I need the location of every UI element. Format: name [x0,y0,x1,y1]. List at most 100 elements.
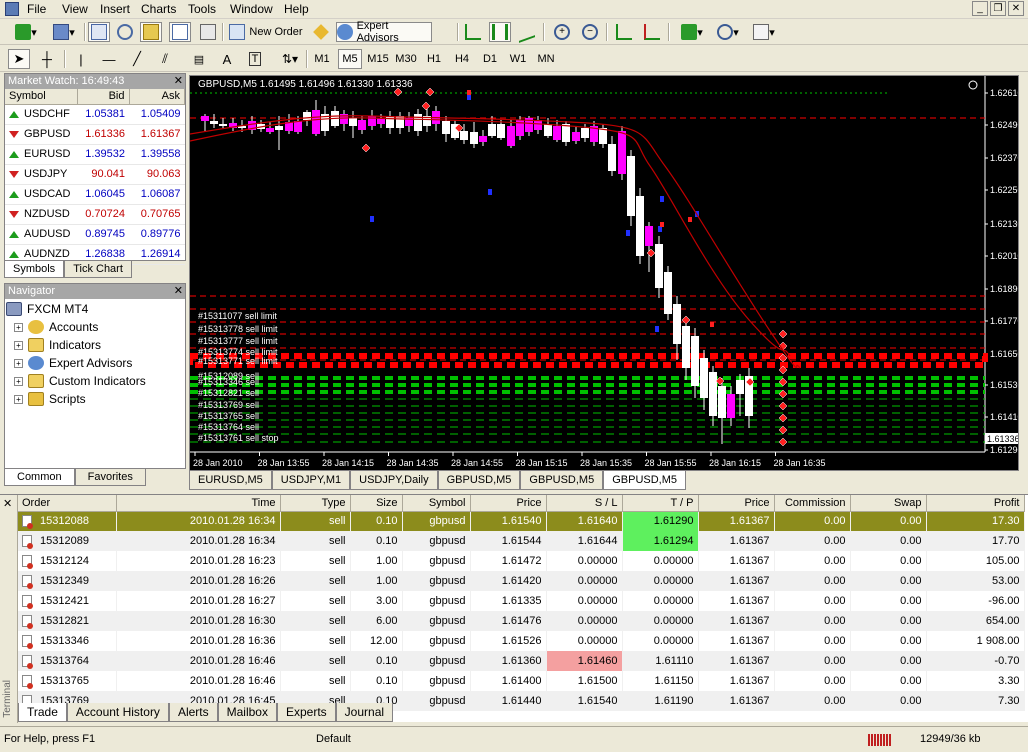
nav-item-custom-indicators[interactable]: + Custom Indicators [4,372,184,390]
trade-row[interactable]: 15312088 2010.01.28 16:34 sell 0.10 gbpusd 1.… [18,511,1025,531]
trade-row[interactable]: 15313765 2010.01.28 16:46 sell 0.10 gbpusd 1.… [18,671,1025,691]
crosshair-button[interactable]: ┼ [36,49,58,69]
col-bid[interactable]: Bid [77,89,130,105]
chart-tab[interactable]: GBPUSD,M5 [520,471,604,490]
menu-window[interactable]: Window [230,2,273,16]
timeframe-m1-button[interactable]: M1 [310,49,334,69]
market-watch-row[interactable]: USDJPY 90.041 90.063 [5,164,185,185]
zoom-out-button[interactable]: − [579,22,601,42]
column-header[interactable]: Commission [774,495,851,512]
column-header[interactable]: S / L [546,495,623,512]
market-watch-row[interactable]: EURUSD 1.39532 1.39558 [5,144,185,165]
column-header[interactable]: Symbol [402,495,471,512]
market-watch-row[interactable]: NZDUSD 0.70724 0.70765 [5,204,185,225]
nav-item-expert-advisors[interactable]: + Expert Advisors [4,354,184,372]
navigator-root[interactable]: FXCM MT4 [4,300,184,318]
terminal-tab[interactable]: Mailbox [217,703,277,722]
expand-icon[interactable]: + [14,376,23,386]
timeframe-w1-button[interactable]: W1 [506,49,530,69]
chart-tab[interactable]: GBPUSD,M5 [603,471,687,490]
timeframe-mn-button[interactable]: MN [534,49,558,69]
nav-item-indicators[interactable]: + Indicators [4,336,184,354]
trade-row[interactable]: 15312821 2010.01.28 16:30 sell 6.00 gbpusd 1.… [18,611,1025,631]
candlestick-button[interactable] [489,22,511,42]
minimize-icon[interactable]: _ [972,1,988,16]
column-header[interactable]: Size [350,495,403,512]
trade-row[interactable]: 15312421 2010.01.28 16:27 sell 3.00 gbpusd 1.… [18,591,1025,611]
trade-row[interactable]: 15312089 2010.01.28 16:34 sell 0.10 gbpusd 1.… [18,531,1025,551]
timeframe-h1-button[interactable]: H1 [422,49,446,69]
new-chart-button[interactable]: ▾ [8,22,44,42]
chart-tab[interactable]: USDJPY,M1 [271,471,351,490]
column-header[interactable]: Time [116,495,281,512]
trade-row[interactable]: 15312124 2010.01.28 16:23 sell 1.00 gbpusd 1.… [18,551,1025,571]
menu-tools[interactable]: Tools [188,2,216,16]
market-watch-row[interactable]: AUDUSD 0.89745 0.89776 [5,224,185,245]
close-icon[interactable]: ✕ [3,497,12,510]
navigator-toggle[interactable] [140,22,162,42]
expand-icon[interactable]: + [14,394,23,404]
col-ask[interactable]: Ask [129,89,185,105]
column-header[interactable]: Type [280,495,351,512]
terminal-tab[interactable]: Account History [66,703,169,722]
tab-common[interactable]: Common [4,469,75,486]
menu-file[interactable]: File [27,2,46,16]
timeframe-m30-button[interactable]: M30 [394,49,418,69]
tab-tick-chart[interactable]: Tick Chart [64,261,132,278]
timeframe-m5-button[interactable]: M5 [338,49,362,69]
fibonacci-button[interactable]: ▤ [188,49,210,69]
expand-icon[interactable]: + [14,322,23,332]
expand-icon[interactable]: + [14,340,23,350]
timeframe-h4-button[interactable]: H4 [450,49,474,69]
column-header[interactable]: Swap [850,495,927,512]
terminal-tab[interactable]: Journal [335,703,394,722]
terminal-tab[interactable]: Trade [18,703,67,722]
market-watch-row[interactable]: USDCHF 1.05381 1.05409 [5,104,185,125]
zoom-in-button[interactable]: + [551,22,573,42]
trade-row[interactable]: 15313764 2010.01.28 16:46 sell 0.10 gbpusd 1.… [18,651,1025,671]
text-label-button[interactable]: T [244,49,266,69]
column-header[interactable]: Price [698,495,775,512]
chart-tab[interactable]: USDJPY,Daily [350,471,438,490]
bar-chart-button[interactable] [462,22,484,42]
auto-scroll-button[interactable] [613,22,635,42]
trade-row[interactable]: 15312349 2010.01.28 16:26 sell 1.00 gbpusd 1.… [18,571,1025,591]
new-order-button[interactable]: New Order [226,22,306,42]
timeframe-m15-button[interactable]: M15 [366,49,390,69]
close-icon[interactable]: ✕ [174,74,183,87]
close-icon[interactable]: ✕ [1008,1,1024,16]
col-symbol[interactable]: Symbol [5,89,78,105]
menu-charts[interactable]: Charts [141,2,176,16]
line-chart-button[interactable] [516,21,538,43]
data-window-button[interactable] [114,22,136,42]
close-icon[interactable]: ✕ [174,284,183,297]
nav-item-accounts[interactable]: + Accounts [4,318,184,336]
trendline-button[interactable]: ╱ [126,49,148,69]
strategy-tester-button[interactable] [197,22,219,42]
arrows-button[interactable]: ⇅▾ [272,49,308,69]
trade-row[interactable]: 15313346 2010.01.28 16:36 sell 12.00 gbpusd 1… [18,631,1025,651]
terminal-tab[interactable]: Experts [276,703,336,722]
nav-item-scripts[interactable]: + Scripts [4,390,184,408]
restore-icon[interactable]: ❐ [990,1,1006,16]
menu-insert[interactable]: Insert [100,2,130,16]
vertical-line-button[interactable]: | [70,49,92,69]
equidistant-channel-button[interactable]: ⫽ [154,49,176,69]
chart-tab[interactable]: GBPUSD,M5 [437,471,521,490]
timeframe-d1-button[interactable]: D1 [478,49,502,69]
menu-help[interactable]: Help [284,2,309,16]
metaeditor-button[interactable] [310,22,332,42]
price-chart[interactable]: 1.62610 1.62490 1.62370 1.62250 1.62130 1.620… [189,75,1019,471]
column-header[interactable]: T / P [622,495,699,512]
profiles-button[interactable]: ▾ [46,22,82,42]
market-watch-row[interactable]: USDCAD 1.06045 1.06087 [5,184,185,205]
horizontal-line-button[interactable]: — [98,49,120,69]
text-button[interactable]: A [216,49,238,69]
terminal-tab[interactable]: Alerts [168,703,218,722]
chart-tab[interactable]: EURUSD,M5 [189,471,272,490]
market-watch-row[interactable]: GBPUSD 1.61336 1.61367 [5,124,185,145]
column-header[interactable]: Profit [926,495,1025,512]
periods-button[interactable]: ▾ [710,22,746,42]
expert-advisors-button[interactable]: Expert Advisors [336,20,432,44]
tab-symbols[interactable]: Symbols [4,261,65,278]
